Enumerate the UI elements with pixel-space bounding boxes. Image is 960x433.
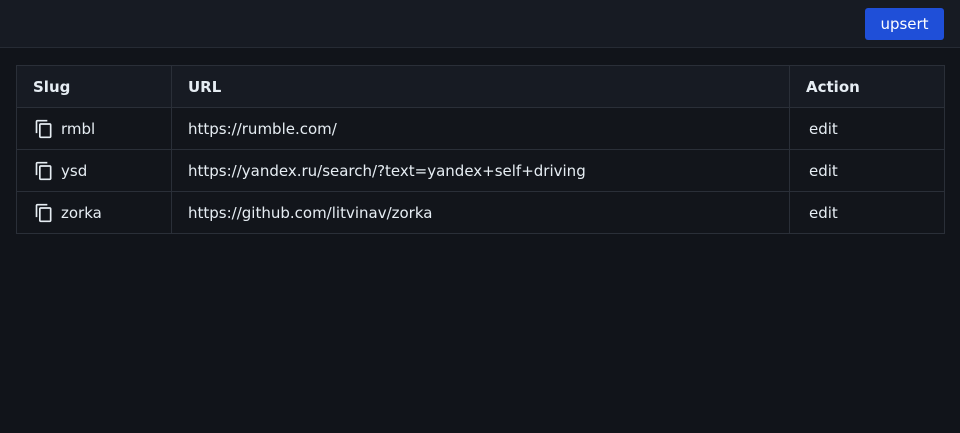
- url-cell: https://rumble.com/: [171, 107, 790, 150]
- edit-link[interactable]: edit: [809, 120, 838, 138]
- links-table: Slug URL Action rmbl https://rumble.com/: [16, 65, 945, 234]
- table-row: ysd https://yandex.ru/search/?text=yande…: [16, 149, 945, 192]
- slug-text: ysd: [61, 161, 88, 180]
- url-cell: https://github.com/litvinav/zorka: [171, 191, 790, 234]
- slug-text: rmbl: [61, 119, 96, 138]
- edit-link[interactable]: edit: [809, 204, 838, 222]
- upsert-button[interactable]: upsert: [865, 8, 944, 40]
- slug-cell: rmbl: [16, 107, 172, 150]
- action-cell: edit: [789, 107, 945, 150]
- slug-text: zorka: [61, 203, 102, 222]
- links-table-container: Slug URL Action rmbl https://rumble.com/: [16, 65, 945, 234]
- table-row: rmbl https://rumble.com/ edit: [16, 107, 945, 150]
- slug-cell: zorka: [16, 191, 172, 234]
- slug-cell: ysd: [16, 149, 172, 192]
- column-header-slug: Slug: [16, 65, 172, 108]
- top-bar: upsert: [0, 0, 960, 48]
- url-cell: https://yandex.ru/search/?text=yandex+se…: [171, 149, 790, 192]
- copy-icon[interactable]: [33, 118, 55, 140]
- column-header-action: Action: [789, 65, 945, 108]
- copy-icon[interactable]: [33, 160, 55, 182]
- copy-icon[interactable]: [33, 202, 55, 224]
- table-header-row: Slug URL Action: [16, 65, 945, 108]
- column-header-url: URL: [171, 65, 790, 108]
- action-cell: edit: [789, 191, 945, 234]
- edit-link[interactable]: edit: [809, 162, 838, 180]
- action-cell: edit: [789, 149, 945, 192]
- table-row: zorka https://github.com/litvinav/zorka …: [16, 191, 945, 234]
